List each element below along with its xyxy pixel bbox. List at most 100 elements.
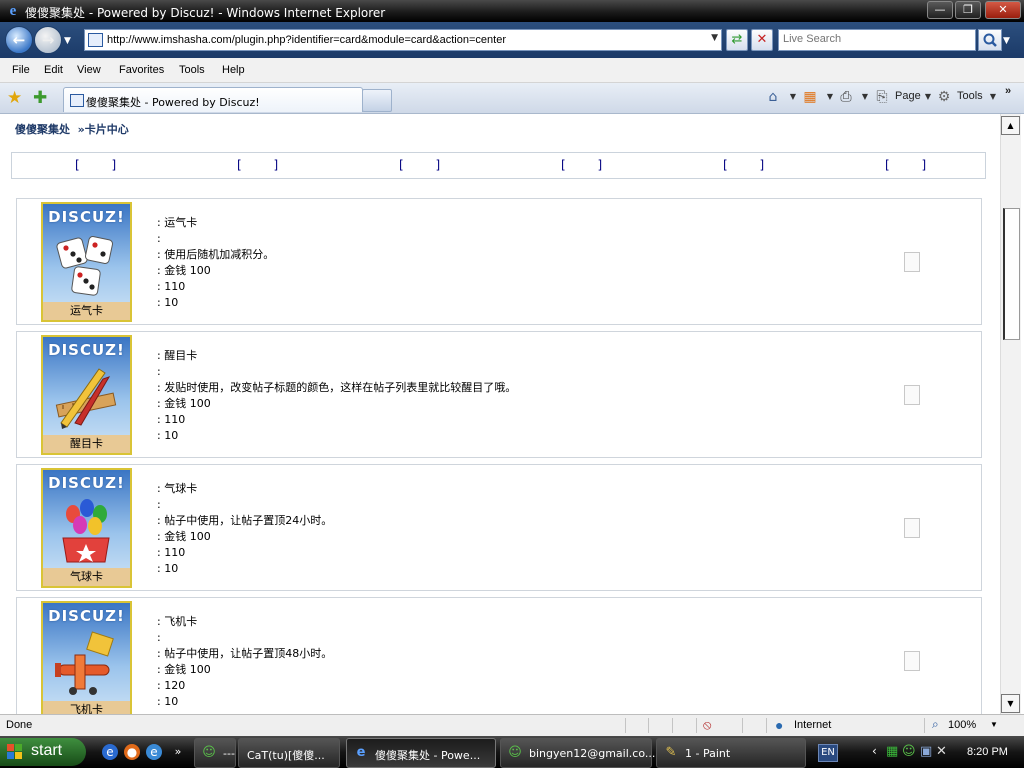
category-tab-6[interactable]: [ ] — [885, 158, 940, 172]
menu-bar: File Edit View Favorites Tools Help — [0, 58, 1024, 83]
page-dropdown-icon[interactable]: ▼ — [920, 89, 936, 105]
more-commands-chevron-icon[interactable]: » — [1005, 85, 1011, 97]
search-options-dropdown[interactable]: ▼ — [1003, 36, 1010, 46]
taskbar-item[interactable]: CaT(tu)[傻傻... — [238, 738, 340, 768]
home-dropdown-icon[interactable]: ▼ — [785, 89, 801, 105]
breadcrumb-separator: » — [77, 123, 85, 136]
clock[interactable]: 8:20 PM — [967, 746, 1008, 758]
card-details: : 运气卡 : : 使用后随机加减积分。 : 金钱 100 : 110 : 10 — [157, 215, 857, 311]
card-image[interactable]: DISCUZ! 醒目卡 — [41, 335, 132, 455]
status-divider — [766, 718, 767, 733]
ie-quicklaunch-icon[interactable]: e — [102, 744, 118, 760]
paint-icon: ✎ — [665, 745, 677, 760]
taskbar-item[interactable]: ☺ --- — [194, 738, 236, 768]
card-description: : 帖子中使用，让帖子置顶24小时。 — [157, 514, 333, 527]
taskbar-item[interactable]: ☺ bingyen12@gmail.co... — [500, 738, 655, 768]
scroll-up-arrow-icon[interactable]: ▲ — [1001, 116, 1020, 135]
page-menu-icon[interactable]: ⎘ — [874, 89, 890, 105]
print-dropdown-icon[interactable]: ▼ — [857, 89, 873, 105]
card-select-box[interactable] — [904, 651, 920, 671]
category-tab-5[interactable]: [ ] — [723, 158, 778, 172]
magnifier-icon — [983, 33, 997, 47]
vertical-scrollbar[interactable] — [1000, 114, 1021, 714]
card-image[interactable]: DISCUZ! 飞机卡 — [41, 601, 132, 714]
menu-view[interactable]: View — [77, 64, 101, 76]
category-tab-1[interactable]: [ ] — [75, 158, 130, 172]
menu-file[interactable]: File — [12, 64, 30, 76]
start-button[interactable]: start — [0, 738, 86, 766]
tab-title: 傻傻聚集处 - Powered by Discuz! — [86, 96, 260, 109]
card-select-box[interactable] — [904, 252, 920, 272]
tray-app-icon[interactable]: ▦ — [886, 744, 898, 759]
language-indicator[interactable]: EN — [818, 744, 838, 762]
card-price: : 金钱 100 — [157, 264, 211, 277]
print-icon[interactable]: ⎙ — [838, 89, 854, 105]
menu-help[interactable]: Help — [222, 64, 245, 76]
card-select-box[interactable] — [904, 518, 920, 538]
card-title: : 运气卡 — [157, 216, 198, 229]
tab-toolbar: ★ ✚ 傻傻聚集处 - Powered by Discuz! ⌂ ▼ ▦ ▼ ⎙… — [0, 83, 1024, 114]
network-icon[interactable]: ▣ — [920, 744, 932, 759]
popup-blocker-icon[interactable]: ⦸ — [703, 717, 711, 733]
zoom-level[interactable]: 100% — [948, 719, 976, 731]
refresh-button[interactable]: ⇄ — [726, 29, 748, 51]
security-zone[interactable]: Internet — [794, 719, 831, 731]
address-bar[interactable]: http://www.imshasha.com/plugin.php?ident… — [84, 29, 722, 51]
card-description: : 使用后随机加减积分。 — [157, 248, 275, 261]
search-button[interactable] — [978, 29, 1002, 51]
ie-quicklaunch-icon[interactable]: e — [146, 744, 162, 760]
tools-dropdown-icon[interactable]: ▼ — [985, 89, 1001, 105]
status-divider — [696, 718, 697, 733]
zoom-dropdown-icon[interactable]: ▼ — [990, 720, 998, 729]
card-details: : 气球卡 : : 帖子中使用，让帖子置顶24小时。 : 金钱 100 : 11… — [157, 481, 857, 577]
card-logo: DISCUZ! — [48, 607, 125, 625]
stop-button[interactable]: ✕ — [751, 29, 773, 51]
menu-edit[interactable]: Edit — [44, 64, 63, 76]
category-tab-2[interactable]: [ ] — [237, 158, 292, 172]
category-tab-3[interactable]: [ ] — [399, 158, 454, 172]
maximize-button[interactable]: ❐ — [955, 1, 981, 19]
taskbar-item[interactable]: ✎ 1 - Paint — [656, 738, 806, 768]
taskbar: start e ● e » ☺ --- CaT(tu)[傻傻... e 傻傻聚集… — [0, 736, 1024, 768]
status-divider — [625, 718, 626, 733]
address-dropdown-icon[interactable]: ▼ — [711, 33, 718, 43]
search-box[interactable] — [778, 29, 976, 51]
card-select-box[interactable] — [904, 385, 920, 405]
card-title: : 醒目卡 — [157, 349, 198, 362]
card-image[interactable]: DISCUZ! 运气卡 — [41, 202, 132, 322]
feeds-icon[interactable]: ▦ — [802, 89, 818, 105]
quicklaunch-more-chevron-icon[interactable]: » — [170, 744, 186, 760]
card-image[interactable]: DISCUZ! 气球卡 — [41, 468, 132, 588]
address-url[interactable]: http://www.imshasha.com/plugin.php?ident… — [107, 34, 506, 46]
taskbar-item-active[interactable]: e 傻傻聚集处 - Powe... — [346, 738, 496, 768]
card-value: : 10 — [157, 562, 179, 575]
browser-tab[interactable]: 傻傻聚集处 - Powered by Discuz! — [63, 87, 363, 112]
scroll-down-arrow-icon[interactable]: ▼ — [1001, 694, 1020, 713]
gear-icon[interactable]: ⚙ — [936, 89, 952, 105]
minimize-button[interactable]: — — [927, 1, 953, 19]
new-tab-button[interactable] — [362, 89, 392, 112]
close-button[interactable]: ✕ — [985, 1, 1021, 19]
forward-button[interactable]: → — [34, 26, 62, 54]
home-icon[interactable]: ⌂ — [765, 89, 781, 105]
menu-tools[interactable]: Tools — [179, 64, 205, 76]
zoom-icon[interactable]: ⌕ — [932, 717, 939, 732]
menu-favorites[interactable]: Favorites — [119, 64, 164, 76]
tray-expand-chevron-icon[interactable]: ‹ — [872, 744, 877, 758]
add-favorites-icon[interactable]: ✚ — [33, 88, 47, 108]
feeds-dropdown-icon[interactable]: ▼ — [822, 89, 838, 105]
volume-muted-icon[interactable]: ✕ — [936, 744, 947, 759]
scrollbar-thumb[interactable] — [1003, 208, 1020, 340]
recent-pages-dropdown[interactable]: ▼ — [64, 36, 71, 46]
card-field: : — [157, 365, 161, 378]
msn-tray-icon[interactable]: ☺ — [902, 744, 916, 759]
favorites-star-icon[interactable]: ★ — [7, 88, 22, 108]
msn-icon: ☺ — [508, 745, 522, 760]
search-input[interactable] — [783, 32, 969, 46]
breadcrumb-site[interactable]: 傻傻聚集处 — [15, 123, 70, 136]
category-tab-4[interactable]: [ ] — [561, 158, 616, 172]
tools-menu[interactable]: Tools — [957, 90, 983, 102]
firefox-quicklaunch-icon[interactable]: ● — [124, 744, 140, 760]
page-menu[interactable]: Page — [895, 90, 921, 102]
back-button[interactable]: ← — [5, 26, 33, 54]
